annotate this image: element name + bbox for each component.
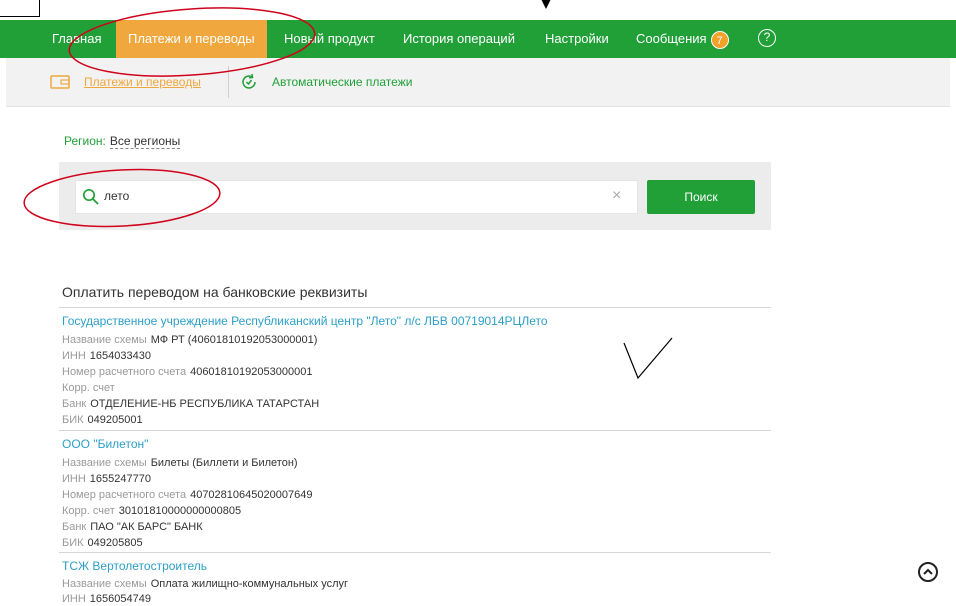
entry-detail-row: ИНН 1656054749 bbox=[62, 593, 151, 605]
sub-nav: Платежи и переводы Автоматические платеж… bbox=[6, 58, 950, 107]
nav-item-home[interactable]: Главная bbox=[52, 20, 101, 58]
nav-item-settings[interactable]: Настройки bbox=[545, 20, 609, 58]
subnav-payments-link[interactable]: Платежи и переводы bbox=[84, 58, 201, 106]
nav-item-new-product[interactable]: Новый продукт bbox=[284, 20, 375, 58]
down-arrow-annotation bbox=[540, 0, 552, 9]
entry-detail-row: Название схемы Билеты (Биллети и Билетон) bbox=[62, 457, 298, 469]
entry-title-link[interactable]: Государственное учреждение Республиканск… bbox=[62, 314, 548, 328]
top-strip bbox=[0, 0, 956, 20]
entry-detail-row: Название схемы Оплата жилищно-коммунальны… bbox=[62, 578, 349, 590]
entry-detail-row: Номер расчетного счета 407028106450200076… bbox=[62, 489, 313, 501]
wallet-icon bbox=[50, 75, 70, 89]
nav-item-history[interactable]: История операций bbox=[403, 20, 515, 58]
entry-detail-row: Номер расчетного счета 406018101920530000… bbox=[62, 366, 313, 378]
subnav-auto-payments-link[interactable]: Автоматические платежи bbox=[272, 58, 412, 106]
entry-detail-row: БИК 049205001 bbox=[62, 414, 143, 426]
divider bbox=[59, 552, 771, 553]
entry-detail-row: ИНН 1654033430 bbox=[62, 350, 151, 362]
nav-item-messages-label: Сообщения bbox=[636, 31, 707, 46]
clear-icon[interactable]: × bbox=[612, 187, 621, 205]
region-selector: Регион: Все регионы bbox=[64, 134, 181, 149]
entry-detail-row: Корр. счет bbox=[62, 382, 115, 394]
search-input-value: лето bbox=[104, 189, 130, 203]
entry-detail-row: Корр. счет 30101810000000000805 bbox=[62, 505, 242, 517]
entry-title-link[interactable]: ООО "Билетон" bbox=[62, 437, 148, 451]
entry-detail-row: ИНН 1655247770 bbox=[62, 473, 151, 485]
section-title: Оплатить переводом на банковские реквизи… bbox=[62, 284, 368, 300]
entry-detail-row: Банк ПАО "АК БАРС" БАНК bbox=[62, 521, 203, 533]
entry-detail-row: Название схемы МФ РТ (4060181019205300000… bbox=[62, 334, 318, 346]
search-input[interactable] bbox=[75, 180, 638, 214]
region-value-link[interactable]: Все регионы bbox=[109, 134, 181, 149]
auto-payment-icon bbox=[242, 73, 256, 89]
help-icon[interactable]: ? bbox=[758, 29, 776, 47]
region-label: Регион: bbox=[64, 134, 106, 148]
divider bbox=[59, 307, 771, 308]
entry-detail-row: БИК 049205805 bbox=[62, 537, 143, 549]
corner-box bbox=[0, 0, 40, 17]
divider bbox=[59, 430, 771, 431]
main-nav: Главная Платежи и переводы Новый продукт… bbox=[0, 20, 956, 58]
entry-title-link[interactable]: ТСЖ Вертолетостроитель bbox=[62, 559, 207, 573]
nav-item-messages[interactable]: Сообщения 7 bbox=[636, 20, 729, 58]
subnav-divider bbox=[228, 66, 229, 98]
search-button[interactable]: Поиск bbox=[647, 180, 755, 214]
messages-count-badge: 7 bbox=[710, 30, 729, 49]
scroll-to-top-button[interactable] bbox=[918, 562, 938, 582]
nav-item-payments[interactable]: Платежи и переводы bbox=[116, 20, 267, 58]
entry-detail-row: Банк ОТДЕЛЕНИЕ-НБ РЕСПУБЛИКА ТАТАРСТАН bbox=[62, 398, 320, 410]
chevron-up-icon bbox=[923, 568, 933, 575]
